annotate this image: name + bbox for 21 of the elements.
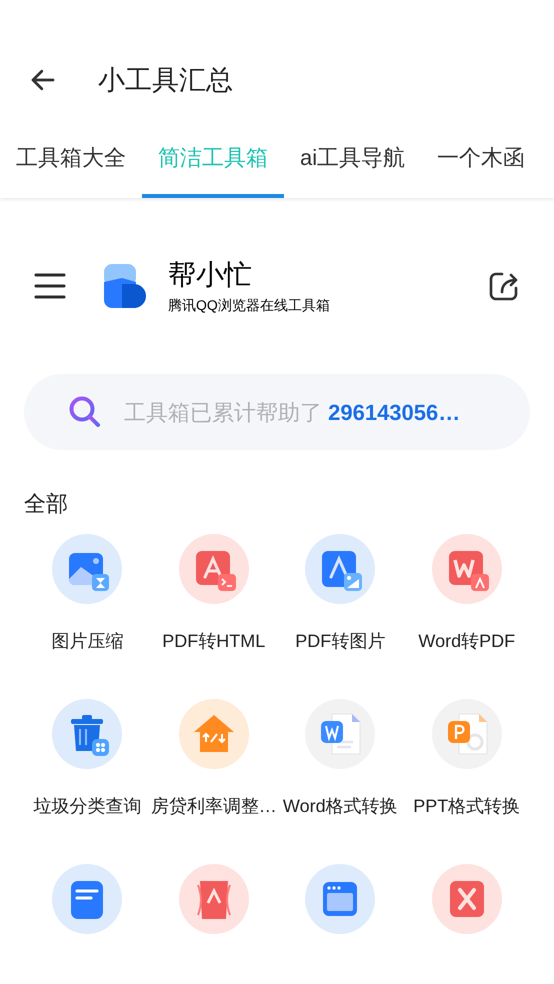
tab[interactable]: 一个木函 [421, 116, 542, 198]
tab[interactable]: ai工具导航 [284, 116, 422, 198]
tool-label: Word格式转换 [282, 795, 398, 818]
tool-label: Word转PDF [418, 630, 516, 653]
search-icon [68, 395, 102, 429]
share-icon[interactable] [488, 270, 520, 302]
page-title: 小工具汇总 [98, 64, 233, 97]
tool-label: 垃圾分类查询 [33, 795, 142, 818]
search-bar[interactable]: 工具箱已累计帮助了 296143056… [24, 374, 530, 450]
app-subtitle: 腾讯QQ浏览器在线工具箱 [168, 296, 330, 315]
tool-label: 房贷利率调整… [150, 795, 277, 818]
section-title: 全部 [24, 490, 68, 518]
tool-label: 图片压缩 [51, 630, 124, 653]
tab[interactable]: 工具箱大全 [0, 116, 142, 198]
tool-label: PDF转HTML [162, 630, 266, 653]
tool-label: PPT格式转换 [413, 795, 520, 818]
app-logo-icon [104, 264, 146, 308]
search-text: 工具箱已累计帮助了 296143056… [124, 398, 460, 426]
menu-icon[interactable] [34, 272, 66, 300]
app-name: 帮小忙 [168, 258, 253, 292]
tool-label: PDF转图片 [295, 630, 386, 653]
